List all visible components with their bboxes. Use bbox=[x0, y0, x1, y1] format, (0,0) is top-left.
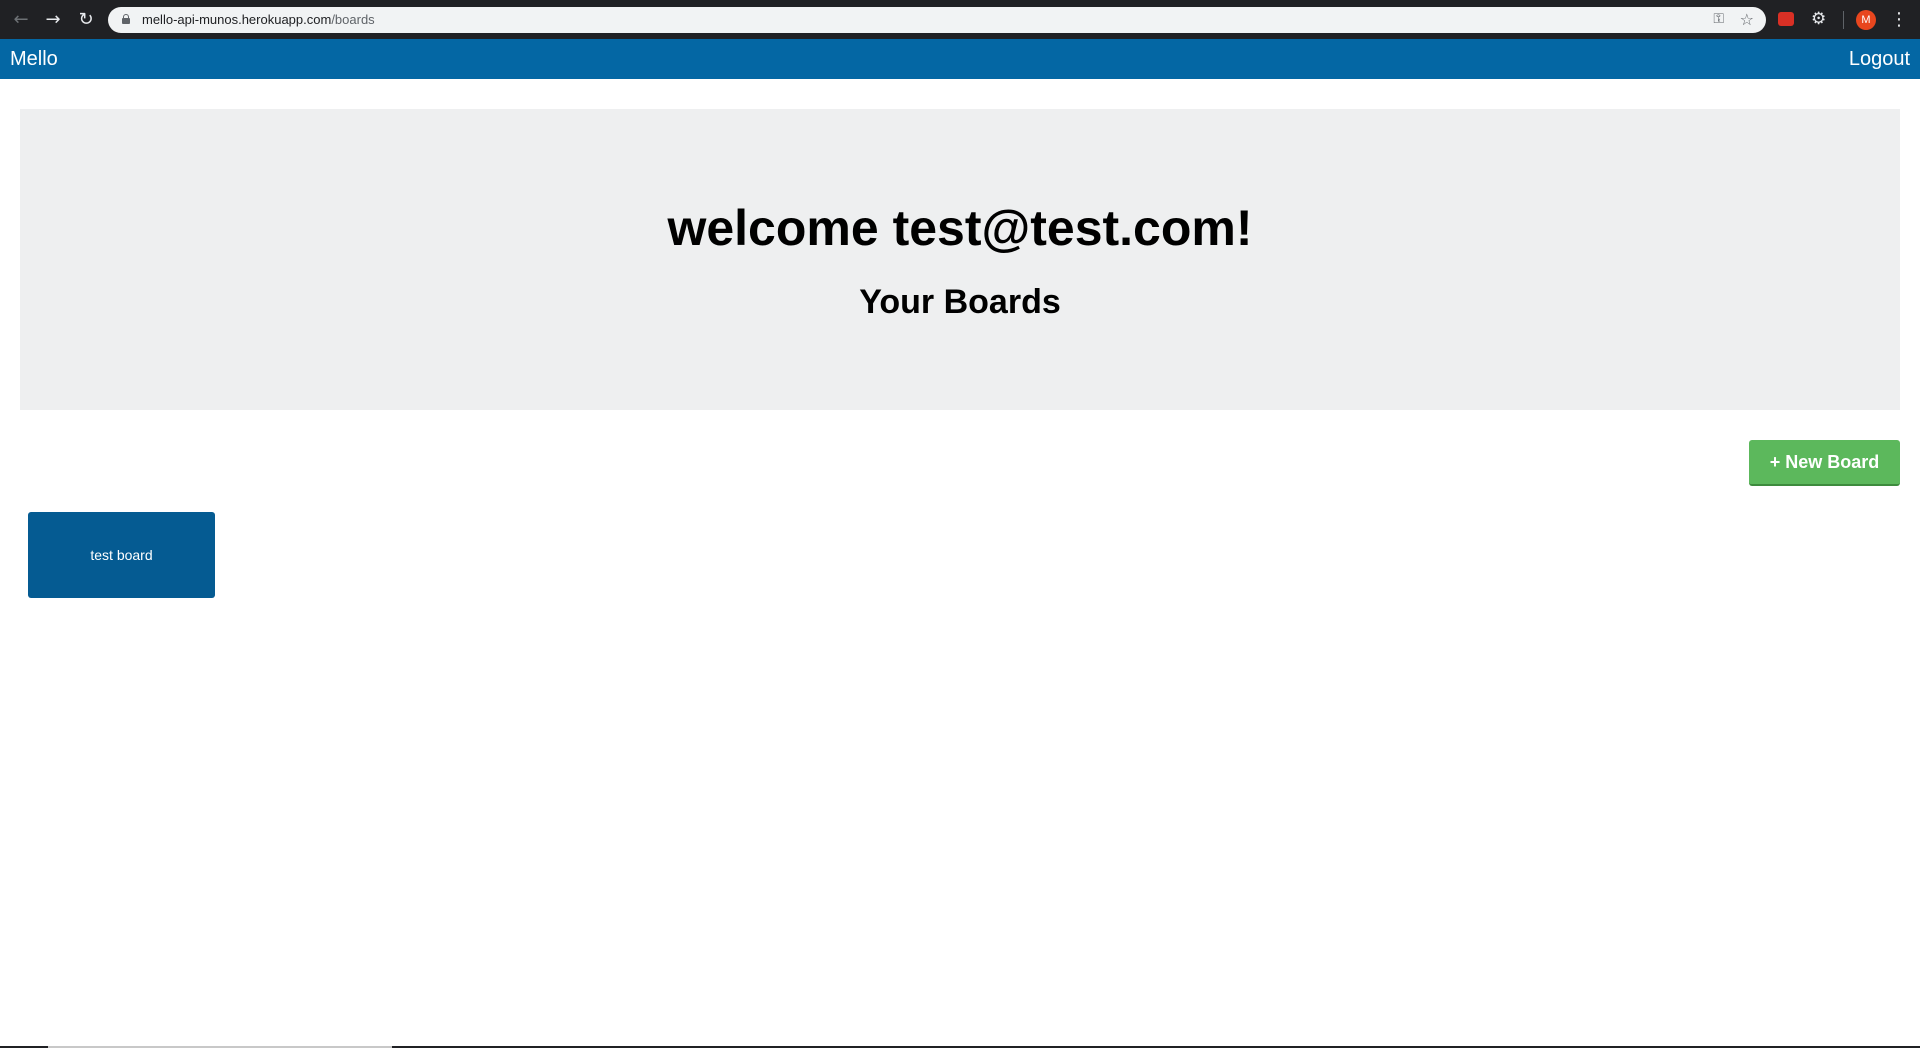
welcome-jumbotron: welcome test@test.com! Your Boards bbox=[20, 109, 1900, 410]
url-text: mello-api-munos.herokuapp.com/boards bbox=[142, 12, 375, 28]
extension-icon[interactable] bbox=[1778, 12, 1794, 26]
boards-heading: Your Boards bbox=[859, 283, 1061, 321]
key-icon[interactable]: ⚿ bbox=[1713, 11, 1724, 27]
star-icon[interactable]: ☆ bbox=[1740, 10, 1754, 29]
reload-icon[interactable]: ↻ bbox=[75, 9, 97, 31]
address-bar[interactable]: mello-api-munos.herokuapp.com/boards ⚿ ☆ bbox=[108, 7, 1766, 33]
forward-arrow-icon[interactable]: → bbox=[42, 9, 64, 31]
lock-icon[interactable] bbox=[122, 14, 130, 24]
welcome-heading: welcome test@test.com! bbox=[667, 200, 1253, 256]
board-tile[interactable]: test board bbox=[28, 512, 215, 598]
new-board-button[interactable]: + New Board bbox=[1749, 440, 1900, 486]
toolbar-divider bbox=[1843, 11, 1844, 29]
profile-avatar[interactable]: M bbox=[1856, 10, 1876, 30]
url-host: mello-api-munos.herokuapp.com bbox=[142, 12, 332, 27]
url-path: /boards bbox=[331, 12, 375, 27]
logout-link[interactable]: Logout bbox=[1849, 48, 1910, 71]
back-arrow-icon[interactable]: ← bbox=[10, 9, 32, 31]
app-navbar: Mello Logout bbox=[0, 39, 1920, 79]
brand-link[interactable]: Mello bbox=[10, 48, 58, 71]
tab-strip bbox=[0, 0, 1920, 5]
more-vertical-icon[interactable]: ⋮ bbox=[1890, 9, 1908, 31]
browser-toolbar: ← → ↻ mello-api-munos.herokuapp.com/boar… bbox=[0, 0, 1920, 39]
extension-settings-icon[interactable]: ⚙ bbox=[1811, 9, 1826, 29]
